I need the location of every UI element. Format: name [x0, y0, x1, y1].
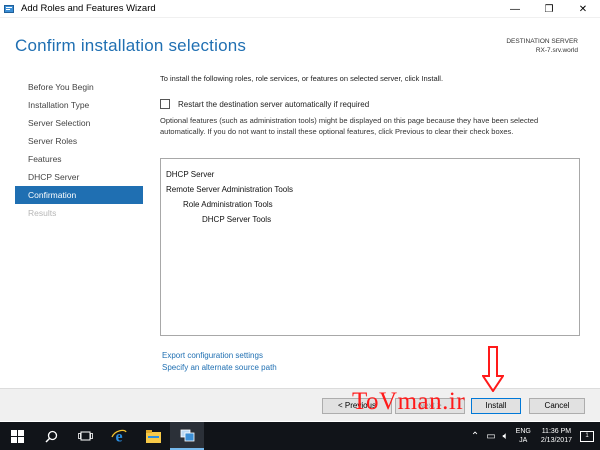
- task-view-icon[interactable]: [68, 422, 102, 450]
- windows-start-icon[interactable]: [0, 422, 34, 450]
- wizard-nav: Before You Begin Installation Type Serve…: [15, 78, 143, 222]
- server-manager-icon[interactable]: [170, 422, 204, 450]
- chevron-up-icon[interactable]: ⌃: [471, 431, 479, 442]
- restore-button[interactable]: ❐: [532, 0, 566, 18]
- export-configuration-link[interactable]: Export configuration settings: [162, 350, 277, 362]
- input-language[interactable]: ENG JA: [516, 427, 531, 445]
- selections-list[interactable]: DHCP Server Remote Server Administration…: [160, 158, 580, 336]
- internet-explorer-icon[interactable]: e: [102, 422, 136, 450]
- file-explorer-icon[interactable]: [136, 422, 170, 450]
- red-down-arrow-icon: [482, 346, 504, 392]
- list-item: Role Administration Tools: [183, 200, 273, 209]
- nav-item-server-selection[interactable]: Server Selection: [15, 114, 143, 132]
- taskbar: e ⌃ ▭ 🔈︎ ENG JA 11:36 PM 2/13/2017 1: [0, 422, 600, 450]
- nav-item-results: Results: [28, 208, 57, 218]
- system-tray: ⌃ ▭ 🔈︎ ENG JA 11:36 PM 2/13/2017 1: [471, 422, 600, 450]
- destination-server: DESTINATION SERVER RX-7.srv.world: [506, 37, 578, 55]
- list-item: Remote Server Administration Tools: [166, 185, 294, 194]
- list-item: DHCP Server: [166, 170, 215, 179]
- intro-text: To install the following roles, role ser…: [160, 74, 444, 83]
- nav-item-installation-type[interactable]: Installation Type: [15, 96, 143, 114]
- language-code: ENG: [515, 428, 531, 435]
- search-icon[interactable]: [34, 422, 68, 450]
- minimize-button[interactable]: —: [498, 0, 532, 18]
- list-item: DHCP Server Tools: [202, 215, 272, 224]
- wizard-footer: < Previous Next > Install Cancel: [0, 388, 600, 421]
- cancel-button[interactable]: Cancel: [529, 398, 585, 414]
- page-title: Confirm installation selections: [15, 36, 247, 55]
- watermark-text: ToVman.ir: [352, 388, 466, 415]
- input-method: JA: [519, 437, 528, 444]
- window-title: Add Roles and Features Wizard: [21, 3, 156, 14]
- destination-server-label: DESTINATION SERVER: [506, 38, 578, 45]
- destination-server-value: RX-7.srv.world: [535, 47, 578, 54]
- nav-item-before-you-begin[interactable]: Before You Begin: [15, 78, 143, 96]
- notification-icon[interactable]: 1: [580, 430, 594, 442]
- close-button[interactable]: ✕: [566, 0, 600, 18]
- clock-time: 11:36 PM: [541, 428, 572, 435]
- restart-option[interactable]: Restart the destination server automatic…: [160, 99, 369, 109]
- window-controls: — ❐ ✕: [498, 0, 600, 18]
- network-icon[interactable]: ▭: [486, 431, 495, 442]
- wizard-app-icon: [4, 4, 16, 14]
- nav-item-dhcp-server[interactable]: DHCP Server: [15, 168, 143, 186]
- nav-item-features[interactable]: Features: [15, 150, 143, 168]
- links-group: Export configuration settings Specify an…: [162, 350, 277, 374]
- install-button[interactable]: Install: [471, 398, 521, 414]
- volume-icon[interactable]: 🔈︎: [503, 431, 509, 442]
- title-bar: Add Roles and Features Wizard — ❐ ✕: [0, 0, 600, 18]
- alternate-source-link[interactable]: Specify an alternate source path: [162, 362, 277, 374]
- clock-date: 2/13/2017: [540, 437, 572, 444]
- nav-item-server-roles[interactable]: Server Roles: [15, 132, 143, 150]
- optional-features-note: Optional features (such as administratio…: [160, 116, 539, 136]
- nav-item-confirmation[interactable]: Confirmation: [15, 186, 143, 204]
- clock[interactable]: 11:36 PM 2/13/2017: [541, 427, 572, 445]
- content-area: To install the following roles, role ser…: [160, 74, 580, 136]
- restart-checkbox-label[interactable]: Restart the destination server automatic…: [178, 100, 369, 109]
- restart-checkbox[interactable]: [160, 99, 170, 109]
